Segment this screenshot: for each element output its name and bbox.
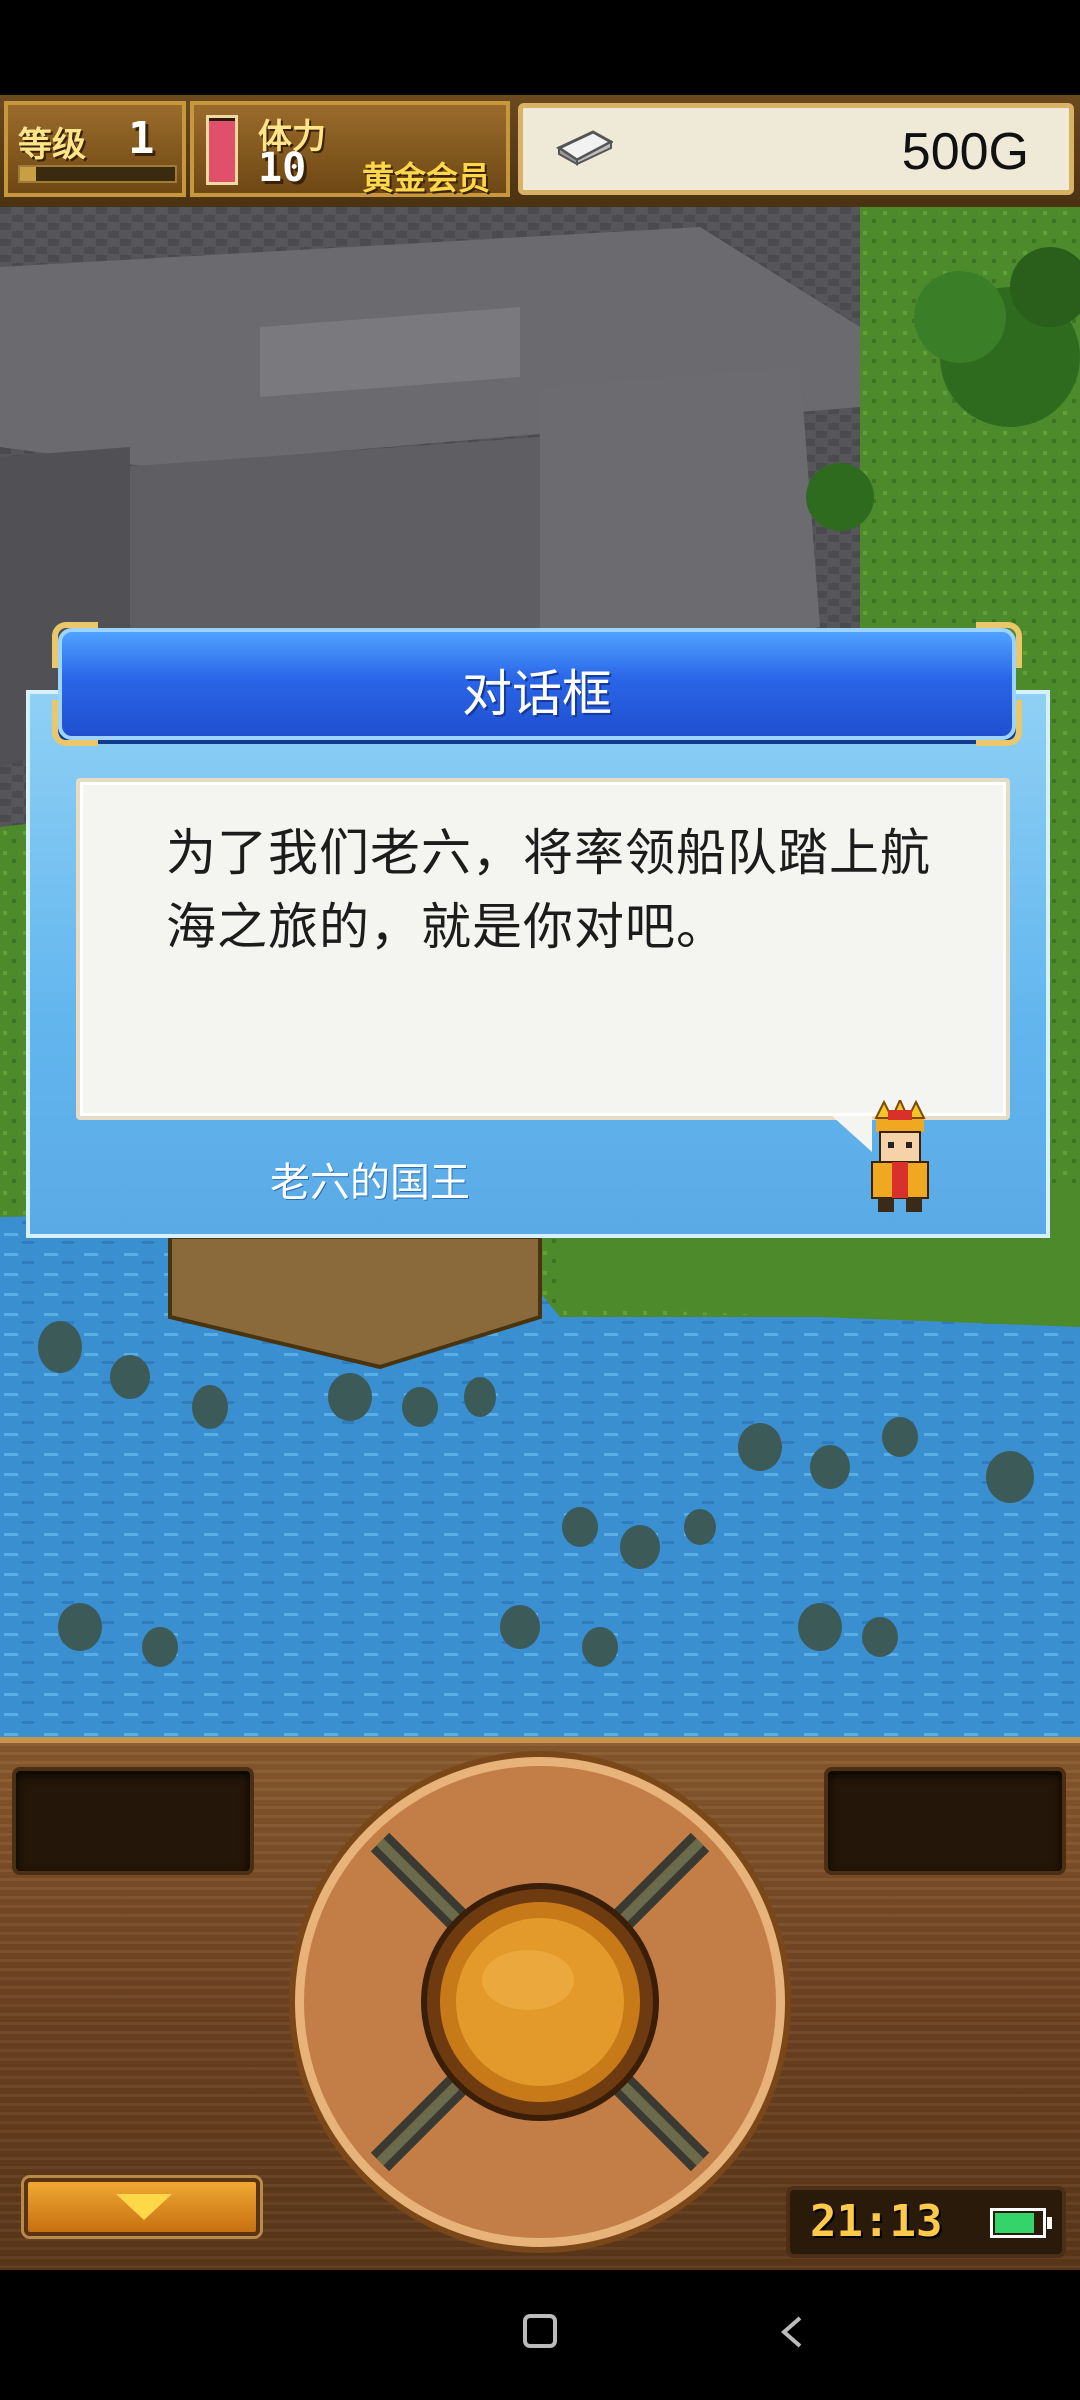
dialog-message: 为了我们老六，将率领船队踏上航海之旅的，就是你对吧。: [166, 824, 931, 956]
right-action-slot[interactable]: [824, 1767, 1066, 1875]
game-clock: 21:13: [810, 2196, 943, 2247]
left-action-slot[interactable]: [12, 1767, 254, 1875]
stamina-value: 10: [258, 145, 307, 191]
menu-toggle-button[interactable]: [24, 2178, 260, 2236]
level-label: 等级: [18, 125, 86, 165]
stamina-panel: 体力 10 黄金会员: [190, 101, 510, 197]
home-button[interactable]: [523, 2314, 557, 2348]
membership-badge: 黄金会员: [362, 159, 491, 197]
speaker-name: 老六的国王: [270, 1160, 470, 1206]
gold-amount: 500G: [901, 123, 1029, 181]
battery-icon: [990, 2208, 1052, 2238]
back-icon[interactable]: [772, 2312, 812, 2352]
stamina-gauge: [206, 115, 238, 185]
gold-panel: 500G: [518, 103, 1074, 195]
level-value: 1: [128, 113, 155, 164]
top-hud: 等级 1 体力 10 黄金会员 500G: [0, 95, 1080, 211]
battery-level: [995, 2213, 1034, 2233]
chevron-down-icon: [116, 2194, 172, 2220]
king-sprite: [871, 1100, 929, 1212]
level-exp-fill: [20, 167, 36, 181]
level-panel: 等级 1: [4, 101, 186, 197]
dialog-title: 对话框: [462, 665, 612, 723]
speech-bubble[interactable]: 为了我们老六，将率领船队踏上航海之旅的，就是你对吧。: [76, 778, 1010, 1120]
dialog-header: 对话框: [52, 622, 1022, 746]
stamina-gauge-fill: [209, 121, 235, 182]
status-bar: [0, 0, 1080, 95]
system-nav-bar: [0, 2270, 1080, 2400]
silver-ingot-icon: [555, 130, 613, 166]
clock-panel: 21:13: [786, 2186, 1066, 2258]
level-exp-bar: [18, 165, 177, 183]
directional-pad[interactable]: [288, 1750, 792, 2254]
